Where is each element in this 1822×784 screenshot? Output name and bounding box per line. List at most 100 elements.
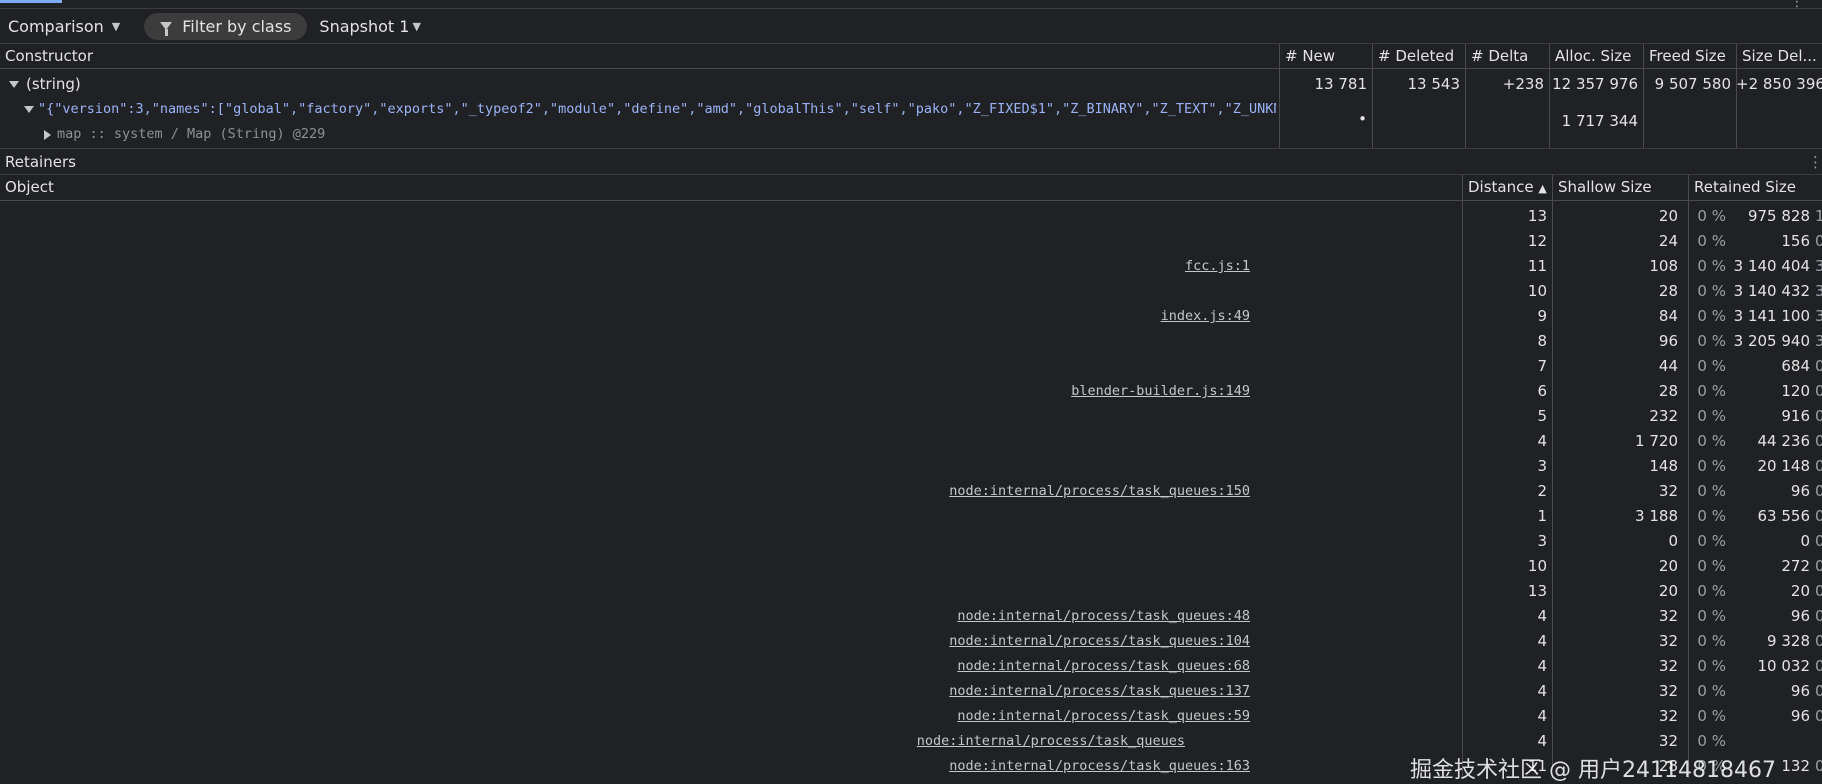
col-deleted[interactable]: # Deleted: [1372, 44, 1465, 68]
table-row[interactable]: "{"version":3,"names":["global","factory…: [0, 97, 1822, 130]
retained-percent: 0 %: [1815, 657, 1822, 675]
view-select-label: Comparison: [8, 16, 104, 36]
retainer-row[interactable]: value in system / PropertyCell @10078933…: [0, 529, 1822, 554]
chevron-down-icon: ▼: [111, 19, 121, 33]
retainers-title-text: Retainers: [5, 153, 76, 171]
source-link[interactable]: fcc.js:1: [1185, 254, 1250, 279]
col-size-delta[interactable]: Size Del...: [1736, 44, 1822, 68]
col-constructor[interactable]: Constructor: [0, 44, 1279, 68]
source-link[interactable]: node:internal/process/task_queues:150: [949, 479, 1250, 504]
retainer-row[interactable]: (empty) in [] @126623310280 %3 140 4323 …: [0, 279, 1822, 304]
retainer-row[interactable]: context in runNextTicks() @389345node:in…: [0, 704, 1822, 729]
shallow-size: 32: [1658, 607, 1678, 625]
retainer-row[interactable]: wxmlCode in {compiler, DSL, compileSetti…: [0, 329, 1822, 354]
distance: 8: [1537, 332, 1547, 350]
retainer-row[interactable]: first in "/*v0.5vv_20190312_syb_scopedat…: [0, 204, 1822, 229]
retainer-row[interactable]: FccInstanceMap in u @1269565index.js:499…: [0, 304, 1822, 329]
col-retained-size[interactable]: Retained Size: [1688, 175, 1822, 200]
shallow-percent: 0 %: [1697, 532, 1726, 550]
retained-size: 975 828: [1747, 207, 1810, 225]
shallow-size: 32: [1658, 707, 1678, 725]
active-tab-indicator: [0, 0, 62, 3]
source-link[interactable]: node:internal/process/task_queues:68: [957, 654, 1250, 679]
retained-percent: 3 %: [1815, 282, 1822, 300]
retained-size: 0: [1800, 532, 1810, 550]
table-row[interactable]: map :: system / Map (String) @229: [0, 122, 1822, 146]
shallow-size: 0: [1668, 532, 1678, 550]
col-distance[interactable]: Distance ▲: [1462, 175, 1552, 200]
retainer-row[interactable]: context in setHasTickScheduled() @565673…: [0, 729, 1822, 754]
shallow-size: 24: [1658, 232, 1678, 250]
retainer-row[interactable]: context in () @254763blender-builder.js:…: [0, 379, 1822, 404]
retained-percent: 0 %: [1815, 382, 1822, 400]
col-object[interactable]: Object: [0, 175, 1462, 200]
retained-percent: 1 %: [1815, 207, 1822, 225]
retainer-row[interactable]: out in _0x2b158f.<computed> @1266235fcc.…: [0, 254, 1822, 279]
shallow-percent: 0 %: [1697, 457, 1726, 475]
shallow-percent: 0 %: [1697, 607, 1726, 625]
retained-size: 3 141 100: [1733, 307, 1810, 325]
retainer-row[interactable]: context in processTicksAndRejections() @…: [0, 654, 1822, 679]
source-link[interactable]: index.js:49: [1161, 304, 1250, 329]
col-delta[interactable]: # Delta: [1465, 44, 1549, 68]
source-link[interactable]: node:internal/process/task_queues:163: [949, 754, 1250, 779]
retained-size: 96: [1790, 707, 1810, 725]
retained-size: 10 032: [1757, 657, 1811, 675]
retainer-row[interactable]: context in hasTickScheduled() @1175529no…: [0, 604, 1822, 629]
retainer-row[interactable]: compilerManager in system / Context @237…: [0, 354, 1822, 379]
shallow-percent: 0 %: [1697, 282, 1726, 300]
source-link[interactable]: node:internal/process/task_queues:59: [957, 704, 1250, 729]
distance: 4: [1537, 732, 1547, 750]
retainer-row[interactable]: _events in process @736941 7200 %44 2360…: [0, 429, 1822, 454]
retainer-row[interactable]: context in runMicrotask() @1175533node:i…: [0, 679, 1822, 704]
shallow-percent: 0 %: [1697, 357, 1726, 375]
distance: 6: [1537, 382, 1547, 400]
size-delta: +2 850 396: [1736, 75, 1822, 93]
retainer-row[interactable]: r in system / Context @96475713200 %200 …: [0, 579, 1822, 604]
retained-size: 44 236: [1757, 432, 1811, 450]
col-new[interactable]: # New: [1279, 44, 1372, 68]
view-select[interactable]: Comparison ▼: [8, 17, 120, 36]
watermark: 掘金技术社区 @ 用户24114818467: [1410, 758, 1776, 783]
source-link[interactable]: node:internal/process/task_queues: [917, 729, 1185, 754]
col-shallow-size[interactable]: Shallow Size: [1552, 175, 1688, 200]
retainers-title: Retainers ⋮: [0, 150, 1822, 175]
distance: 4: [1537, 607, 1547, 625]
shallow-size: 32: [1658, 732, 1678, 750]
shallow-size: 96: [1658, 332, 1678, 350]
distance: 1: [1537, 507, 1547, 525]
shallow-percent: 0 %: [1697, 257, 1726, 275]
retainer-row[interactable]: queueMicrotask in global / @733313 1880 …: [0, 504, 1822, 529]
retainer-row[interactable]: queueMicrotask in {setupTaskQueue, queue…: [0, 554, 1822, 579]
shallow-size: 28: [1658, 382, 1678, 400]
source-link[interactable]: node:internal/process/task_queues:137: [949, 679, 1250, 704]
shallow-percent: 0 %: [1697, 207, 1726, 225]
deleted-count: 13 543: [1407, 75, 1461, 93]
table-row[interactable]: (string) 13 781 13 543 +238 12 357 976 9…: [0, 72, 1822, 96]
distance: 4: [1537, 682, 1547, 700]
filter-by-class-input[interactable]: Filter by class: [144, 12, 308, 40]
source-link[interactable]: node:internal/process/task_queues:104: [949, 629, 1250, 654]
retainer-row[interactable]: context in queueMicrotask() @243421node:…: [0, 479, 1822, 504]
retainer-row[interactable]: unhandledRejection in {removeListener, n…: [0, 404, 1822, 429]
retained-size: 96: [1790, 607, 1810, 625]
shallow-percent: 0 %: [1697, 407, 1726, 425]
retainer-row[interactable]: context in nextTick() @389341node:intern…: [0, 629, 1822, 654]
expand-toggle-icon[interactable]: [9, 72, 27, 96]
retained-percent: 0 %: [1815, 432, 1822, 450]
source-link[interactable]: blender-builder.js:149: [1071, 379, 1250, 404]
shallow-size: 44: [1658, 357, 1678, 375]
col-alloc-size[interactable]: Alloc. Size: [1549, 44, 1643, 68]
resize-handle-icon[interactable]: ⋮: [1808, 150, 1822, 174]
source-link[interactable]: node:internal/process/task_queues:48: [957, 604, 1250, 629]
distance: 3: [1537, 532, 1547, 550]
constructor-name: (string): [26, 75, 81, 93]
col-freed-size[interactable]: Freed Size: [1643, 44, 1736, 68]
shallow-percent: 0 %: [1697, 557, 1726, 575]
shallow-size: 148: [1649, 457, 1678, 475]
distance: 4: [1537, 632, 1547, 650]
retained-percent: 0 %: [1815, 707, 1822, 725]
retainer-row[interactable]: process in system / Context @23800131480…: [0, 454, 1822, 479]
retainer-row[interactable]: code in {code, templatesObjs, lazyLoadCo…: [0, 229, 1822, 254]
snapshot-select[interactable]: Snapshot 1 ▼: [319, 17, 421, 36]
